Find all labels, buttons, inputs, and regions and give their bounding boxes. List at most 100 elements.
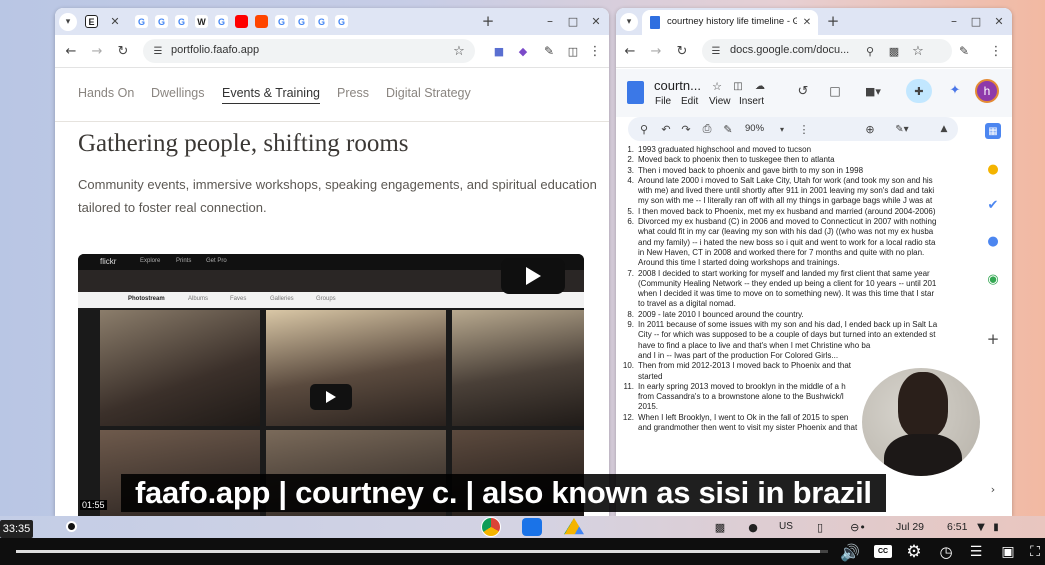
drive-icon[interactable] [564,518,584,535]
tab-search-chevron-down-icon[interactable]: ▾ [620,13,638,31]
battery-icon[interactable]: ▮ [990,519,1002,535]
collapse-icon[interactable]: ▲ [936,121,952,137]
miniplayer-icon[interactable]: ▣ [998,542,1018,562]
more-icon[interactable]: ⋮ [798,121,810,137]
install-icon[interactable]: ▩ [886,43,902,59]
progress-bar[interactable] [16,550,828,553]
editing-mode-icon[interactable]: ✎▾ [890,121,914,137]
back-icon[interactable]: ← [622,43,638,59]
nav-events-training[interactable]: Events & Training [222,86,320,104]
tab-favicon-icon[interactable]: G [135,15,148,28]
minimize-icon[interactable]: – [946,13,962,29]
transcript-icon[interactable]: ☰ [966,542,986,562]
contacts-icon[interactable]: ● [985,233,1001,249]
ime-indicator[interactable]: US [779,521,793,532]
tab-close-icon[interactable]: ✕ [107,13,123,29]
bookmark-star-icon[interactable]: ☆ [910,43,926,59]
tab-favicon-icon[interactable]: W [195,15,208,28]
cloud-status-icon[interactable]: ☁ [753,79,767,93]
tab-search-chevron-down-icon[interactable]: ▾ [59,13,77,31]
tab-favicon-icon[interactable]: G [155,15,168,28]
tab-favicon-icon[interactable]: G [335,15,348,28]
bookmark-star-icon[interactable]: ☆ [451,43,467,59]
files-icon[interactable] [522,518,542,536]
tab-favicon-icon[interactable]: G [175,15,188,28]
search-icon[interactable]: ⚲ [636,121,652,137]
nav-digital-strategy[interactable]: Digital Strategy [386,86,471,100]
tab-favicon-icon[interactable]: G [295,15,308,28]
fullscreen-icon[interactable]: ⛶ [1026,542,1044,562]
maximize-icon[interactable]: □ [968,13,984,29]
add-icon[interactable]: ⊕ [862,121,878,137]
zoom-select[interactable]: 90% [745,123,764,134]
back-icon[interactable]: ← [63,43,79,59]
new-tab-icon[interactable]: + [479,12,497,30]
add-addon-icon[interactable]: + [985,330,1001,348]
tab-e-icon[interactable]: E [85,15,98,28]
chevron-right-icon[interactable]: › [985,481,1001,497]
extensions-puzzle-icon[interactable]: ✎ [956,43,972,59]
shelf-time[interactable]: 6:51 [947,521,967,533]
address-bar[interactable]: ☰ docs.google.com/docu... ⚲ ▩ ☆ [702,39,952,63]
comment-icon[interactable]: □ [826,82,844,100]
share-icon[interactable]: ✚ [906,79,932,103]
gemini-icon[interactable]: ✦ [946,81,964,99]
tab-favicon-icon[interactable]: G [275,15,288,28]
menu-kebab-icon[interactable]: ⋮ [988,43,1004,59]
nav-dwellings[interactable]: Dwellings [151,86,205,100]
menu-edit[interactable]: Edit [681,96,698,107]
move-folder-icon[interactable]: ◫ [731,79,745,93]
menu-kebab-icon[interactable]: ⋮ [587,43,603,59]
tab-favicon-icon[interactable]: G [215,15,228,28]
star-icon[interactable]: ☆ [710,79,724,93]
nav-press[interactable]: Press [337,86,369,100]
undo-icon[interactable]: ↶ [658,121,674,137]
forward-icon[interactable]: → [648,43,664,59]
volume-icon[interactable]: 🔊 [840,542,860,562]
sidepanel-icon[interactable]: ◫ [565,43,581,59]
history-icon[interactable]: ↺ [794,82,812,100]
menu-file[interactable]: File [655,96,671,107]
shelf-date[interactable]: Jul 29 [896,521,924,533]
meet-camera-icon[interactable]: ■▾ [862,82,884,100]
extension-icon[interactable]: ■ [491,43,507,59]
doc-title[interactable]: courtn... [654,78,701,93]
playback-speed-icon[interactable]: ◷ [936,542,956,562]
tab-close-icon[interactable]: ✕ [800,15,814,29]
redo-icon[interactable]: ↷ [678,121,694,137]
site-info-icon[interactable]: ☰ [709,44,723,58]
menu-insert[interactable]: Insert [739,96,764,107]
settings-gear-icon[interactable]: ⚙ [904,542,924,562]
calendar-icon[interactable]: ▦ [985,123,1001,139]
docs-logo-icon[interactable] [627,81,644,104]
tab-favicon-icon[interactable] [255,15,268,28]
new-tab-icon[interactable]: + [824,12,842,30]
reload-icon[interactable]: ↻ [115,43,131,59]
menu-view[interactable]: View [709,96,731,107]
chevron-down-icon[interactable]: ▾ [776,121,788,137]
minimize-icon[interactable]: – [542,13,558,29]
phone-icon[interactable]: ▯ [812,519,828,535]
do-not-disturb-icon[interactable]: ⊖• [846,519,870,535]
launcher-icon[interactable] [66,521,77,532]
youtube-play-button[interactable] [501,258,565,294]
screen-capture-icon[interactable]: ▩ [712,519,728,535]
address-bar[interactable]: ☰ portfolio.faafo.app ☆ [143,39,475,63]
wifi-icon[interactable]: ▼ [974,519,988,535]
print-icon[interactable]: ⎙ [699,121,715,137]
paint-format-icon[interactable]: ✎ [720,121,736,137]
tab-favicon-icon[interactable]: G [315,15,328,28]
reload-icon[interactable]: ↻ [674,43,690,59]
avatar[interactable]: h [975,79,999,103]
tab-favicon-icon[interactable] [235,15,248,28]
zoom-icon[interactable]: ⚲ [862,43,878,59]
chrome-icon[interactable] [481,517,501,537]
tab-docs[interactable]: courtney history life timeline - G ✕ [642,10,818,35]
close-window-icon[interactable]: ✕ [991,13,1007,29]
maximize-icon[interactable]: □ [565,13,581,29]
close-window-icon[interactable]: ✕ [588,13,604,29]
forward-icon[interactable]: → [89,43,105,59]
tasks-icon[interactable]: ✔ [985,197,1001,213]
microphone-icon[interactable]: ● [745,519,761,535]
extension-icon[interactable]: ◆ [515,43,531,59]
